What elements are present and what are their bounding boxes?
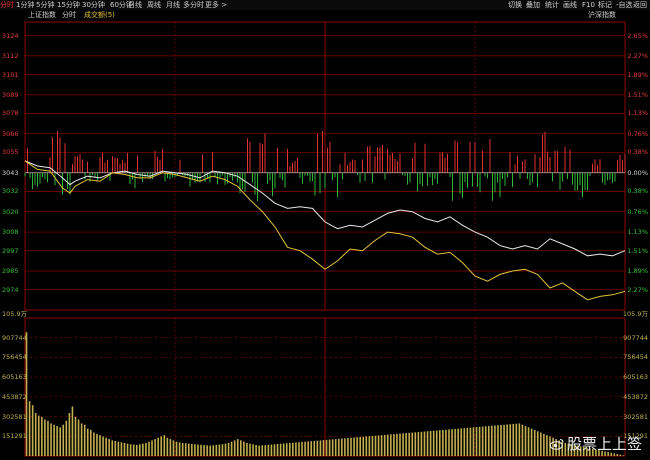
volume-tick-left-1: 756454 (2, 353, 27, 362)
volume-tick-right-1: 756454 (623, 353, 648, 362)
volume-tick-right-4: 302581 (623, 412, 648, 421)
price-tick-right-10: 1.13% (627, 228, 648, 237)
price-tick-right-4: 1.13% (627, 109, 648, 118)
price-tick-right-0: 2.65% (627, 31, 648, 40)
price-tick-left-6: 3055 (2, 148, 19, 157)
price-tick-left-8: 3032 (2, 187, 19, 196)
volume-tick-left-0: 907744 (2, 333, 27, 342)
price-tick-left-4: 3078 (2, 109, 19, 118)
weibo-icon (549, 438, 564, 450)
price-tick-right-3: 1.51% (627, 90, 648, 99)
price-tick-right-6: 0.38% (627, 148, 648, 157)
price-tick-right-8: 0.38% (627, 187, 648, 196)
volume-tick-right-2: 605163 (623, 373, 648, 382)
volume-tick-left-3: 453872 (2, 392, 27, 401)
volume-tick-right-3: 453872 (623, 392, 648, 401)
price-tick-left-0: 3124 (2, 31, 19, 40)
price-tick-left-12: 2985 (2, 267, 19, 276)
volume-tick-left-2: 605163 (2, 373, 27, 382)
price-tick-left-10: 3008 (2, 228, 19, 237)
price-tick-left-11: 2997 (2, 246, 19, 255)
volume-unit-right: 105.9万 (622, 310, 648, 318)
price-tick-left-13: 2974 (2, 285, 19, 294)
price-tick-left-3: 3089 (2, 90, 19, 99)
price-tick-right-7: 0.00% (627, 168, 648, 177)
price-tick-left-7: 3043 (2, 168, 19, 177)
price-tick-left-2: 3101 (2, 70, 19, 79)
price-tick-right-1: 2.27% (627, 51, 648, 60)
watermark-text: 股票上上签 (566, 435, 642, 453)
price-tick-right-5: 0.76% (627, 129, 648, 138)
price-tick-right-11: 1.51% (627, 246, 648, 255)
price-tick-left-5: 3066 (2, 129, 19, 138)
price-tick-right-9: 0.76% (627, 207, 648, 216)
price-tick-left-1: 3112 (2, 51, 19, 60)
volume-unit-left: 105.9万 (2, 310, 28, 318)
price-tick-right-13: 2.27% (627, 285, 648, 294)
price-tick-right-2: 1.89% (627, 70, 648, 79)
volume-tick-left-4: 302581 (2, 412, 27, 421)
price-tick-left-9: 3020 (2, 207, 19, 216)
intraday-chart[interactable] (0, 0, 650, 460)
volume-tick-left-5: 151291 (2, 432, 27, 441)
watermark: 股票上上签 (549, 433, 642, 454)
price-tick-right-12: 1.89% (627, 267, 648, 276)
volume-tick-right-0: 907744 (623, 333, 648, 342)
